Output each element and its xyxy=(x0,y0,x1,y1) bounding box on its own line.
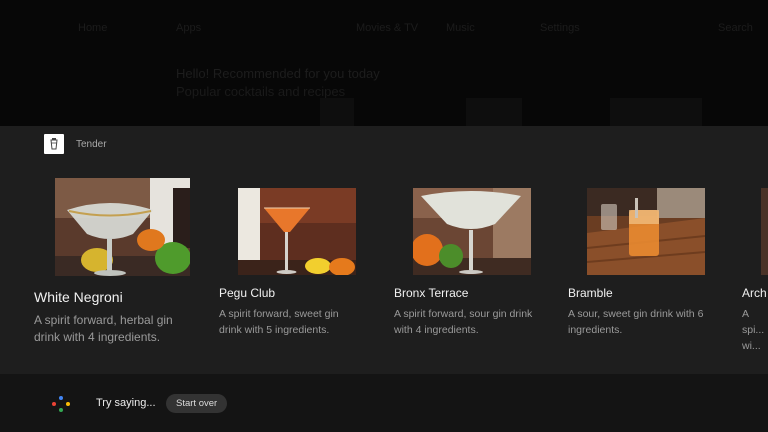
background-nav-item: Music xyxy=(446,22,475,34)
card-title: Pegu Club xyxy=(219,286,276,300)
background-nav-item: Movies & TV xyxy=(356,22,419,34)
background-nav: Home Apps Movies & TV Music Settings Sea… xyxy=(0,22,768,38)
start-over-chip[interactable]: Start over xyxy=(166,394,228,413)
try-saying-label: Try saying... xyxy=(96,397,156,409)
tv-screen: Home Apps Movies & TV Music Settings Sea… xyxy=(0,0,768,432)
card-description: A sour, sweet gin drink with 6 ingredien… xyxy=(568,308,704,336)
background-tile xyxy=(610,98,702,126)
assistant-results-panel: Tender White Negroni A spirit forward, h… xyxy=(0,126,768,374)
card-title: Bramble xyxy=(568,286,613,300)
card-description: A spirit forward, sour gin drink with 4 … xyxy=(394,308,533,336)
white-negroni-photo xyxy=(55,178,190,276)
pegu-club-photo xyxy=(238,188,356,275)
background-nav-item: Apps xyxy=(176,22,202,34)
background-tile xyxy=(320,98,354,126)
background-nav-item: Home xyxy=(78,22,108,34)
google-assistant-dots-icon[interactable] xyxy=(52,396,70,414)
background-nav-item: Search xyxy=(718,22,753,34)
bramble-photo xyxy=(587,188,705,275)
card-title: White Negroni xyxy=(34,289,123,305)
card-description: A spirit forward, herbal gin drink with … xyxy=(34,313,173,344)
card-description: A spirit forward, sweet gin drink with 5… xyxy=(219,308,339,336)
background-app: Home Apps Movies & TV Music Settings Sea… xyxy=(0,0,768,126)
background-title: Hello! Recommended for you today xyxy=(176,66,380,81)
cocktail-carousel: White Negroni A spirit forward, herbal g… xyxy=(0,126,768,374)
background-nav-item: Settings xyxy=(540,22,580,34)
card-title: Arch xyxy=(742,286,767,300)
card-description: A spi... wi... xyxy=(742,308,765,352)
bronx-terrace-photo xyxy=(413,188,531,275)
arch-photo xyxy=(761,188,768,275)
background-tile xyxy=(466,98,522,126)
card-title: Bronx Terrace xyxy=(394,286,469,300)
